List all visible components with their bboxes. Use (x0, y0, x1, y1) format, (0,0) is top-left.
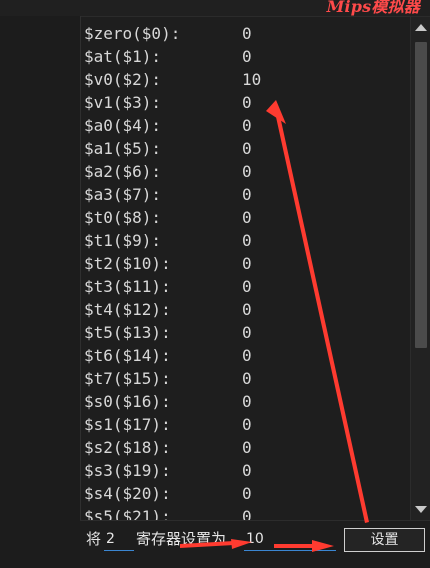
register-value: 0 (242, 507, 252, 520)
register-name: $zero($0): (84, 24, 181, 43)
register-value: 10 (242, 70, 262, 89)
register-row: $t5($13): 0 (81, 321, 409, 344)
register-value: 0 (242, 346, 252, 365)
register-name: $s4($20): (84, 484, 171, 503)
set-button[interactable]: 设置 (344, 528, 425, 552)
register-row: $a1($5): 0 (81, 137, 409, 160)
register-value: 0 (242, 185, 252, 204)
register-name: $t2($10): (84, 254, 171, 273)
register-row: $t3($11): 0 (81, 275, 409, 298)
register-name: $s3($19): (84, 461, 171, 480)
register-name: $t7($15): (84, 369, 171, 388)
register-row: $t2($10): 0 (81, 252, 409, 275)
register-value: 0 (242, 93, 252, 112)
register-value: 0 (242, 323, 252, 342)
scrollbar-thumb[interactable] (415, 42, 427, 348)
register-value: 0 (242, 438, 252, 457)
register-value: 0 (242, 415, 252, 434)
register-value: 0 (242, 300, 252, 319)
prefix-label: 将 (86, 530, 102, 548)
register-value: 0 (242, 392, 252, 411)
register-value: 0 (242, 116, 252, 135)
register-value: 0 (242, 208, 252, 227)
register-value: 0 (242, 461, 252, 480)
register-value: 0 (242, 231, 252, 250)
register-value: 0 (242, 277, 252, 296)
register-row: $t0($8): 0 (81, 206, 409, 229)
register-name: $t4($12): (84, 300, 171, 319)
register-row: $at($1): 0 (81, 45, 409, 68)
register-row: $zero($0): 0 (81, 22, 409, 45)
register-row: $a3($7): 0 (81, 183, 409, 206)
register-set-controls: 将 寄存器设置为 设置 (80, 520, 430, 568)
register-row: $a2($6): 0 (81, 160, 409, 183)
register-name: $a3($7): (84, 185, 162, 204)
register-value: 0 (242, 484, 252, 503)
register-row: $s4($20): 0 (81, 482, 409, 505)
register-value: 0 (242, 369, 252, 388)
register-name: $t5($13): (84, 323, 171, 342)
register-name: $v0($2): (84, 70, 162, 89)
register-row: $v1($3): 0 (81, 91, 409, 114)
left-pane (0, 16, 81, 568)
set-register-label: 寄存器设置为 (136, 530, 227, 548)
down-arrow-icon[interactable] (415, 506, 427, 513)
register-name: $t3($11): (84, 277, 171, 296)
register-value: 0 (242, 139, 252, 158)
register-name: $a0($4): (84, 116, 162, 135)
up-arrow-icon[interactable] (415, 24, 427, 31)
register-row: $v0($2): 10 (81, 68, 409, 91)
register-name: $s1($17): (84, 415, 171, 434)
register-name: $a2($6): (84, 162, 162, 181)
register-name: $a1($5): (84, 139, 162, 158)
register-name: $t1($9): (84, 231, 162, 250)
register-name: $at($1): (84, 47, 162, 66)
app-title: Mips模拟器 (326, 0, 420, 16)
register-row: $a0($4): 0 (81, 114, 409, 137)
register-row: $s1($17): 0 (81, 413, 409, 436)
register-value-input[interactable] (244, 527, 336, 551)
register-number-input[interactable] (104, 527, 134, 551)
register-list[interactable]: $zero($0): 0 $at($1): 0 $v0($2): 10 $v1(… (81, 17, 409, 520)
mips-simulator-window: Mips模拟器 $zero($0): 0 $at($1): 0 $v0($2):… (0, 0, 430, 568)
register-row: $s5($21): 0 (81, 505, 409, 520)
register-name: $t0($8): (84, 208, 162, 227)
register-row: $t7($15): 0 (81, 367, 409, 390)
register-row: $s3($19): 0 (81, 459, 409, 482)
register-row: $t4($12): 0 (81, 298, 409, 321)
register-row: $t6($14): 0 (81, 344, 409, 367)
title-bar: Mips模拟器 (0, 0, 430, 17)
register-name: $s0($16): (84, 392, 171, 411)
register-name: $v1($3): (84, 93, 162, 112)
register-name: $s5($21): (84, 507, 171, 520)
register-row: $t1($9): 0 (81, 229, 409, 252)
register-row: $s2($18): 0 (81, 436, 409, 459)
register-name: $t6($14): (84, 346, 171, 365)
register-name: $s2($18): (84, 438, 171, 457)
register-value: 0 (242, 47, 252, 66)
register-value: 0 (242, 24, 252, 43)
register-row: $s0($16): 0 (81, 390, 409, 413)
register-value: 0 (242, 162, 252, 181)
vertical-scrollbar[interactable] (410, 17, 430, 520)
register-value: 0 (242, 254, 252, 273)
